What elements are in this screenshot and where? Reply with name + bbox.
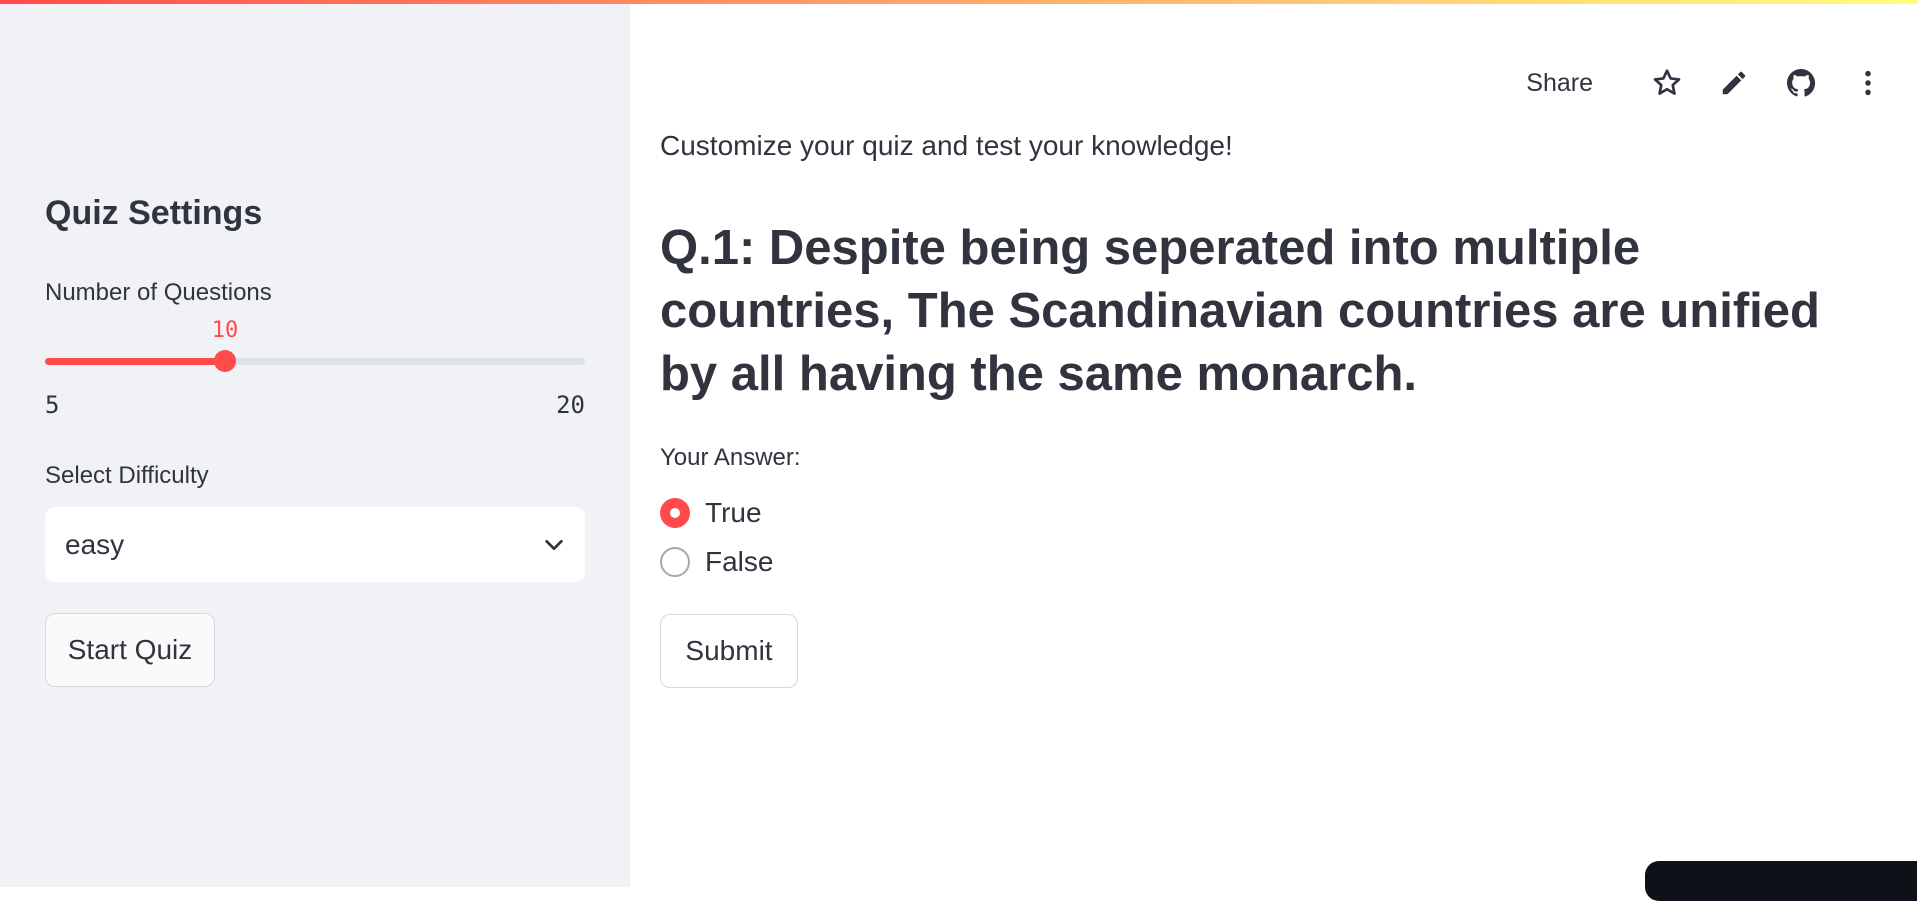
slider-min-label: 5 (45, 391, 60, 419)
answer-label: Your Answer: (660, 444, 801, 471)
more-vertical-icon[interactable] (1847, 62, 1889, 104)
github-icon[interactable] (1780, 62, 1822, 104)
sidebar-title: Quiz Settings (45, 194, 263, 232)
bottom-right-overlay (1645, 861, 1917, 901)
difficulty-select[interactable]: easy (45, 507, 585, 582)
radio-option-label: True (705, 497, 762, 528)
question-heading: Q.1: Despite being seperated into multip… (660, 221, 1820, 401)
radio-option-false[interactable]: False (660, 545, 773, 579)
sidebar: Quiz Settings Number of Questions 10 5 2… (0, 0, 630, 887)
num-questions-slider[interactable] (45, 350, 585, 372)
chevron-down-icon (545, 539, 563, 550)
share-button[interactable]: Share (1526, 69, 1593, 98)
star-icon[interactable] (1646, 62, 1688, 104)
pencil-icon[interactable] (1713, 62, 1755, 104)
radio-unselected-indicator[interactable] (660, 547, 690, 577)
start-quiz-button[interactable]: Start Quiz (45, 613, 215, 687)
top-decoration-stripe (0, 0, 1917, 4)
top-toolbar: Share (1526, 62, 1889, 104)
slider-thumb[interactable] (214, 350, 236, 372)
submit-button[interactable]: Submit (660, 614, 798, 688)
num-questions-label: Number of Questions (45, 279, 272, 306)
num-questions-value-text: 10 (211, 318, 239, 343)
radio-option-label: False (705, 546, 774, 577)
slider-fill (45, 358, 225, 365)
radio-selected-indicator[interactable] (660, 498, 690, 528)
page-subtitle: Customize your quiz and test your knowle… (660, 130, 1233, 161)
radio-option-true[interactable]: True (660, 496, 762, 530)
difficulty-label: Select Difficulty (45, 462, 209, 489)
slider-max-label: 20 (556, 391, 585, 419)
difficulty-selected-value: easy (65, 528, 125, 560)
